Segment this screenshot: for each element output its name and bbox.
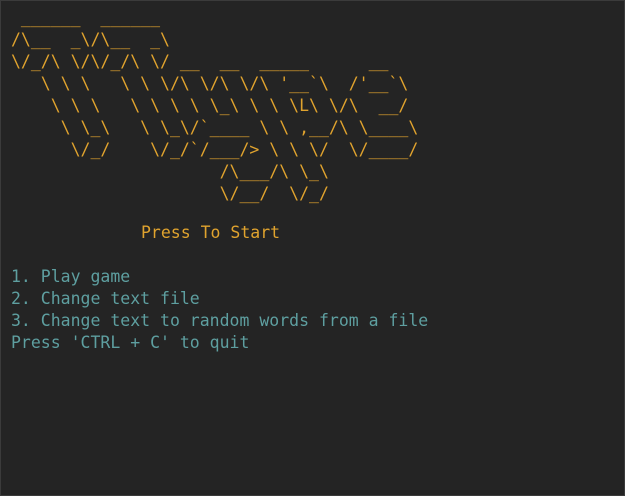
terminal-window: ______ ______ /\__ _\/\__ _\ \/_/\ \/\/_… — [0, 0, 625, 496]
main-menu: 1. Play game 2. Change text file 3. Chan… — [11, 266, 428, 354]
menu-item-play-game[interactable]: 1. Play game — [11, 266, 428, 288]
quit-instruction: Press 'CTRL + C' to quit — [11, 333, 250, 352]
menu-item-random-words[interactable]: 3. Change text to random words from a fi… — [11, 310, 428, 332]
menu-item-change-text-file[interactable]: 2. Change text file — [11, 288, 428, 310]
press-to-start-banner[interactable]: Press To Start — [141, 222, 280, 244]
title-ascii-art: ______ ______ /\__ _\/\__ _\ \/_/\ \/\/_… — [11, 8, 419, 203]
